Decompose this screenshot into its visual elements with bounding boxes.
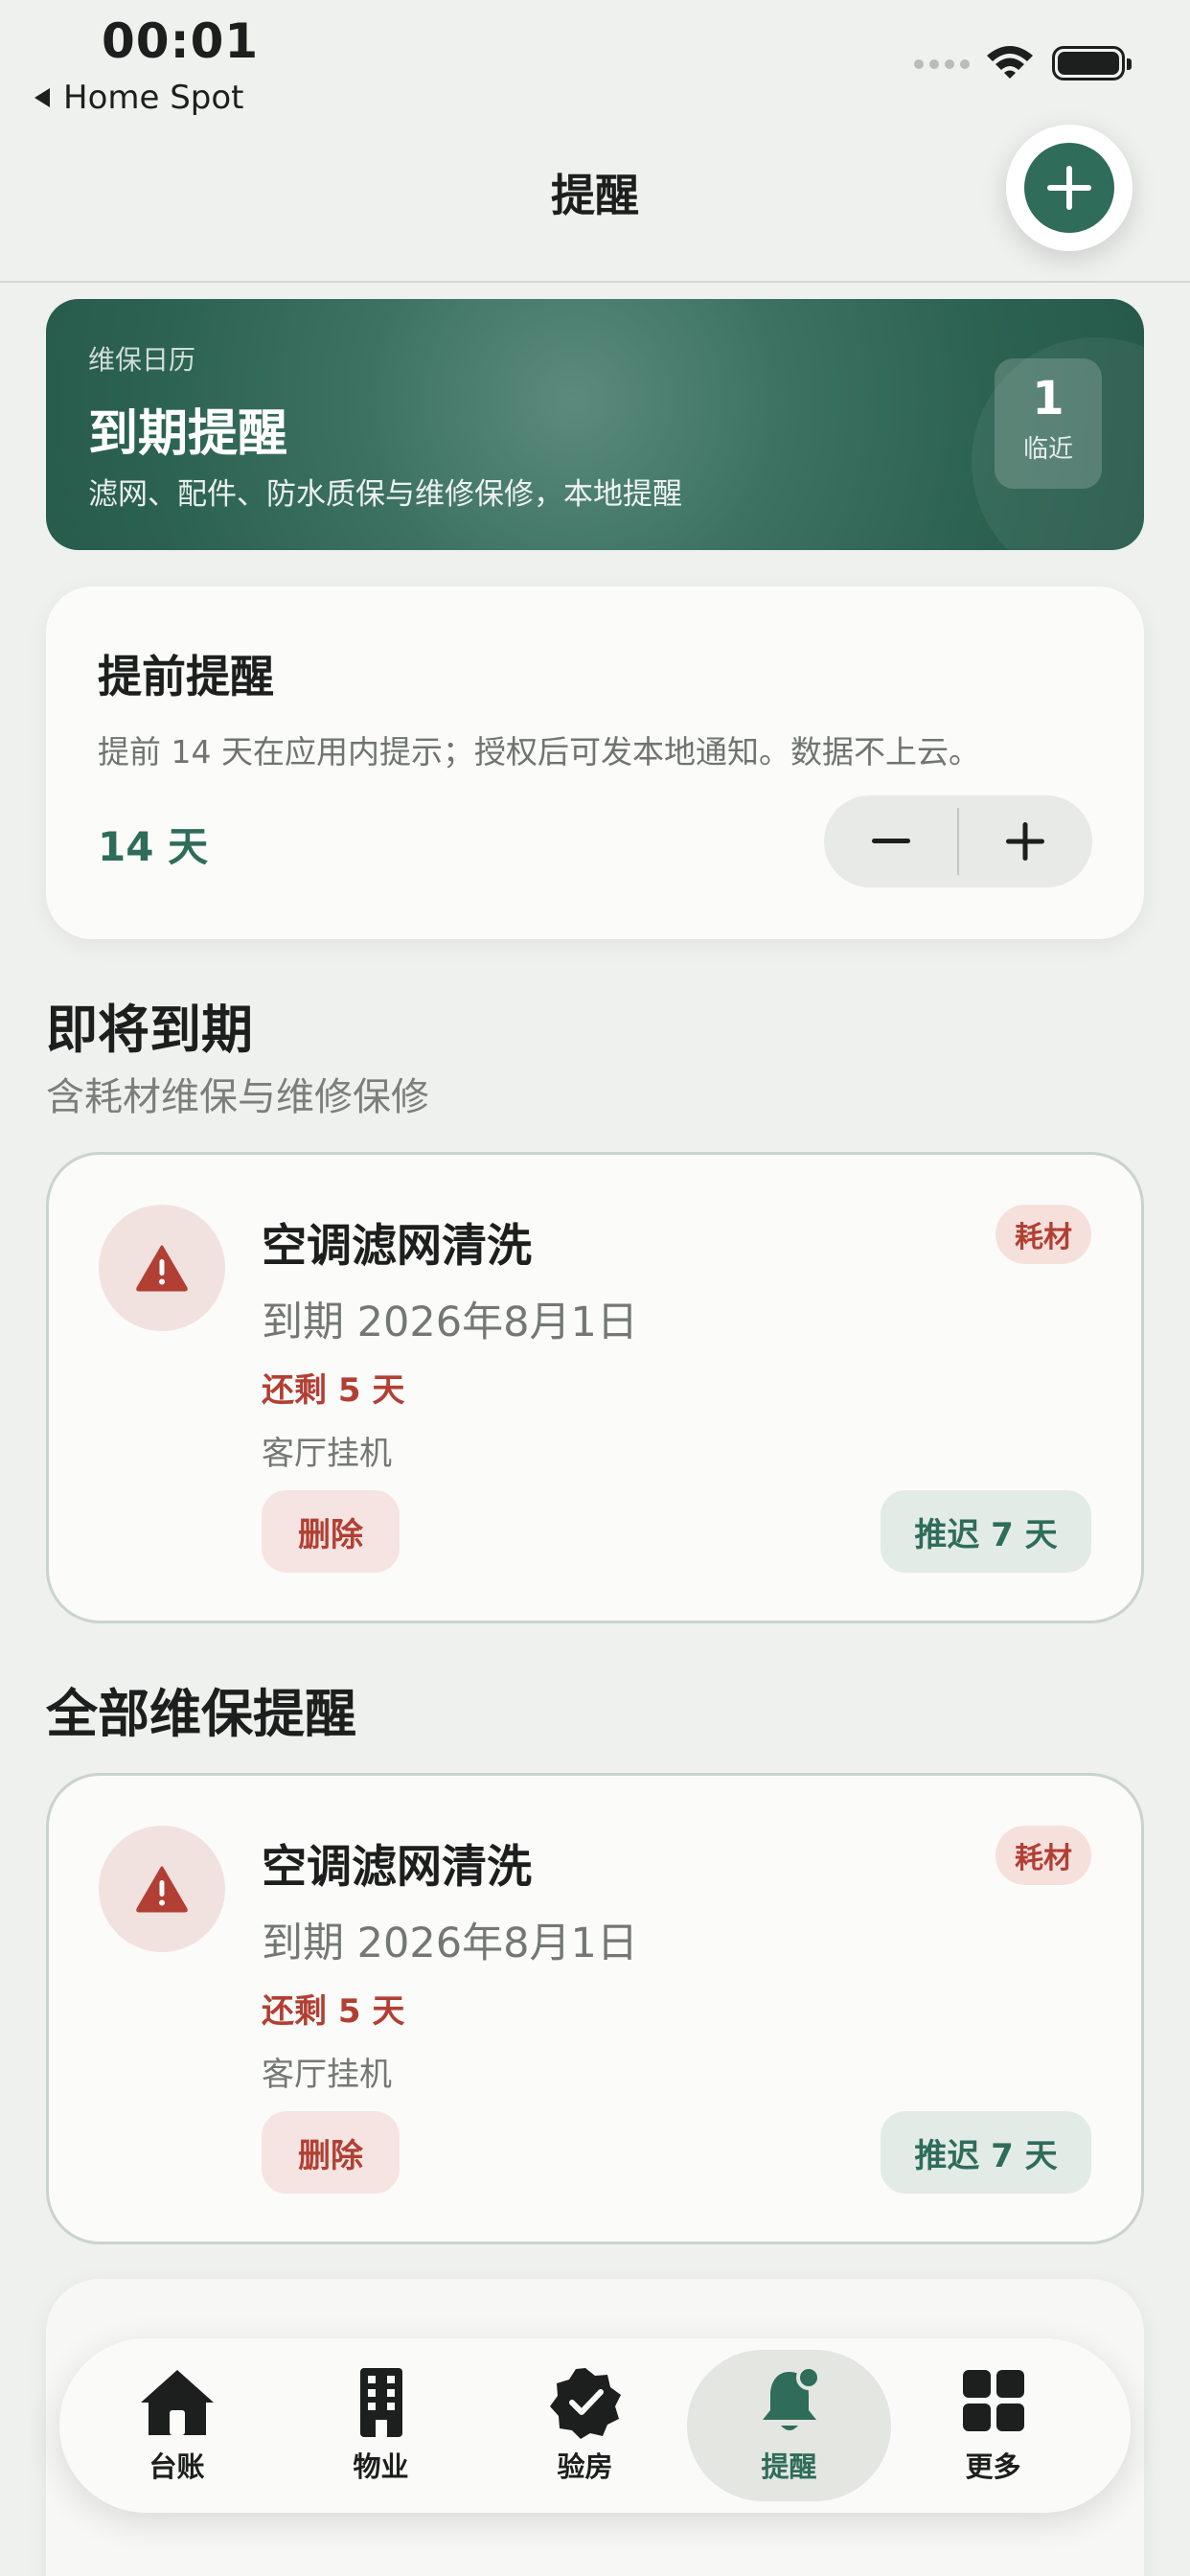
upcoming-section-subtitle: 含耗材维保与维修保修 [46, 1075, 429, 1119]
add-reminder-button[interactable] [1006, 125, 1133, 251]
reminder-card[interactable]: 空调滤网清洗 到期 2026年8月1日 还剩 5 天 客厅挂机 耗材 删除 推迟… [46, 1152, 1144, 1623]
wifi-icon [987, 46, 1033, 79]
battery-icon [1052, 46, 1132, 80]
back-to-app-link[interactable]: Home Spot [34, 79, 244, 117]
warning-icon [99, 1826, 225, 1952]
back-link-label: Home Spot [63, 79, 244, 117]
decrement-button[interactable] [824, 795, 957, 887]
upcoming-count-badge: 1 临近 [995, 358, 1102, 489]
tab-ledger[interactable]: 台账 [75, 2350, 279, 2501]
warning-icon [99, 1205, 225, 1331]
postpone-button[interactable]: 推迟 7 天 [881, 2111, 1091, 2194]
all-reminders-section-title: 全部维保提醒 [46, 1684, 356, 1744]
upcoming-count: 1 [1032, 372, 1064, 426]
tab-label: 验房 [557, 2450, 613, 2483]
delete-button[interactable]: 删除 [262, 1490, 400, 1573]
tab-more[interactable]: 更多 [891, 2350, 1095, 2501]
advance-reminder-card: 提前提醒 提前 14 天在应用内提示；授权后可发本地通知。数据不上云。 14 天 [46, 586, 1144, 939]
tab-reminders[interactable]: 提醒 [687, 2350, 891, 2501]
reminder-title: 空调滤网清洗 [262, 1220, 532, 1273]
delete-button[interactable]: 删除 [262, 2111, 400, 2194]
reminder-due-date: 到期 2026年8月1日 [262, 1299, 638, 1346]
advance-description: 提前 14 天在应用内提示；授权后可发本地通知。数据不上云。 [98, 733, 980, 770]
back-arrow-icon [34, 88, 50, 107]
building-icon [359, 2368, 402, 2437]
hero-subtitle: 滤网、配件、防水质保与维修保修，本地提醒 [88, 477, 682, 512]
minus-icon [871, 839, 910, 843]
reminder-remaining: 还剩 5 天 [262, 1992, 405, 2031]
bell-badge-icon [762, 2366, 821, 2430]
maintenance-hero-banner: 维保日历 到期提醒 滤网、配件、防水质保与维修保修，本地提醒 1 临近 [46, 299, 1144, 550]
advance-days-value: 14 天 [98, 823, 209, 870]
plus-icon [1047, 166, 1091, 210]
category-tag: 耗材 [995, 1205, 1091, 1264]
reminder-remaining: 还剩 5 天 [262, 1371, 405, 1410]
reminder-location: 客厅挂机 [262, 2056, 392, 2094]
tab-inspection[interactable]: 验房 [483, 2350, 687, 2501]
reminder-title: 空调滤网清洗 [262, 1841, 532, 1894]
cellular-signal-icon [914, 59, 970, 69]
reminder-card[interactable]: 空调滤网清洗 到期 2026年8月1日 还剩 5 天 客厅挂机 耗材 删除 推迟… [46, 1773, 1144, 2244]
tab-label: 更多 [965, 2450, 1021, 2483]
postpone-button[interactable]: 推迟 7 天 [881, 1490, 1091, 1573]
upcoming-section-title: 即将到期 [46, 1000, 253, 1060]
hero-kicker: 维保日历 [88, 344, 196, 376]
reminder-location: 客厅挂机 [262, 1435, 392, 1473]
advance-title: 提前提醒 [98, 651, 274, 702]
tab-label: 台账 [149, 2450, 205, 2483]
nav-divider [0, 281, 1190, 283]
advance-days-stepper [824, 795, 1092, 887]
grid-icon [962, 2370, 1024, 2431]
tab-label: 物业 [353, 2450, 409, 2483]
seal-check-icon [549, 2368, 621, 2439]
status-time: 00:01 [102, 13, 260, 69]
hero-title: 到期提醒 [88, 405, 288, 463]
plus-icon [1006, 822, 1045, 861]
category-tag: 耗材 [995, 1826, 1091, 1885]
tab-property[interactable]: 物业 [279, 2350, 483, 2501]
increment-button[interactable] [959, 795, 1092, 887]
reminder-due-date: 到期 2026年8月1日 [262, 1920, 638, 1967]
tab-bar: 台账 物业 验房 提醒 更多 [59, 2338, 1131, 2513]
tab-label: 提醒 [761, 2450, 817, 2483]
upcoming-count-label: 临近 [1022, 435, 1073, 464]
house-icon [140, 2370, 214, 2435]
